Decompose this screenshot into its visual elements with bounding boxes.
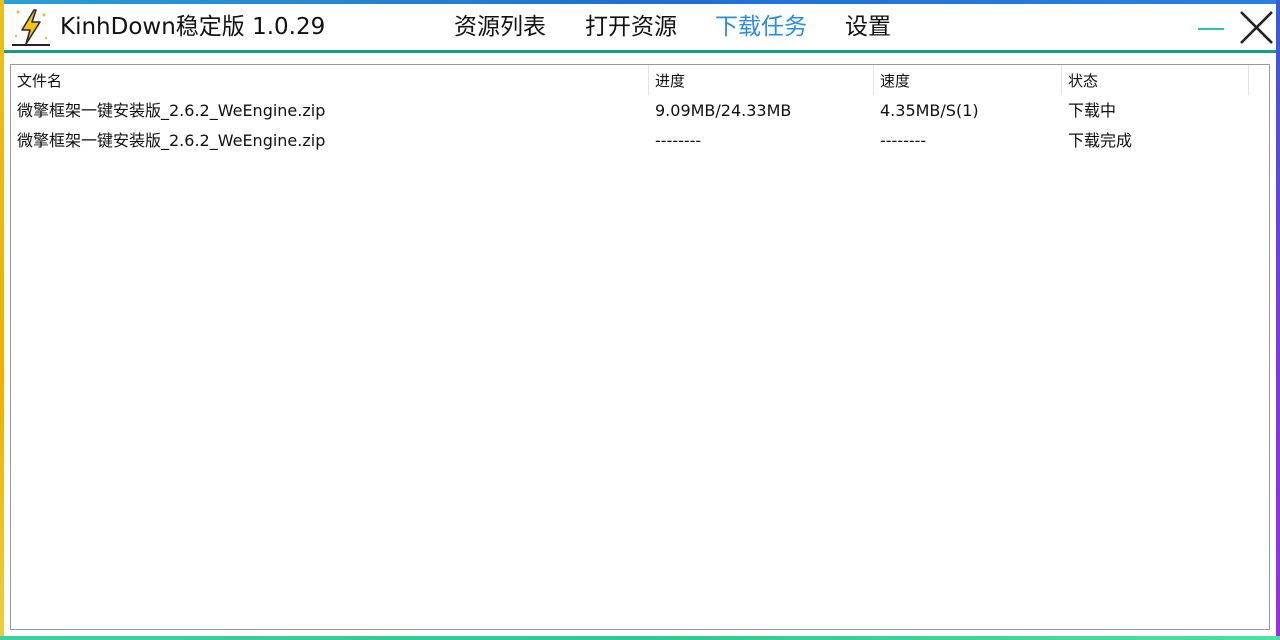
cell-progress: -------- (655, 131, 702, 150)
cell-filename: 微擎框架一键安装版_2.6.2_WeEngine.zip (17, 131, 326, 150)
title-bar-divider (4, 50, 1276, 53)
window-frame-left (0, 0, 4, 640)
window-frame-right (1276, 0, 1280, 640)
table-row[interactable]: 微擎框架一键安装版_2.6.2_WeEngine.zip 9.09MB/24.3… (11, 96, 1269, 126)
column-header-status[interactable]: 状态 (1062, 65, 1249, 95)
column-header-speed[interactable]: 速度 (874, 65, 1062, 95)
table-header: 文件名 进度 速度 状态 (11, 65, 1269, 95)
app-window: KinhDown稳定版 1.0.29 资源列表 打开资源 下载任务 设置 文件名… (0, 0, 1280, 640)
lightning-bolt-icon (10, 6, 52, 48)
cell-status: 下载完成 (1068, 131, 1133, 150)
table-row[interactable]: 微擎框架一键安装版_2.6.2_WeEngine.zip -------- --… (11, 126, 1269, 156)
column-header-filename[interactable]: 文件名 (11, 65, 649, 95)
download-task-list[interactable]: 文件名 进度 速度 状态 微擎框架一键安装版_2.6.2_WeEngine.zi… (10, 64, 1270, 630)
cell-speed: -------- (880, 131, 927, 150)
close-icon[interactable] (1236, 8, 1276, 46)
cell-status: 下载中 (1068, 101, 1117, 120)
cell-filename: 微擎框架一键安装版_2.6.2_WeEngine.zip (17, 101, 326, 120)
column-header-progress[interactable]: 进度 (649, 65, 874, 95)
app-title: KinhDown稳定版 1.0.29 (60, 14, 326, 40)
nav-open-resource[interactable]: 打开资源 (585, 12, 677, 42)
window-frame-bottom (0, 636, 1280, 640)
cell-speed: 4.35MB/S(1) (880, 101, 979, 120)
cell-progress: 9.09MB/24.33MB (655, 101, 792, 120)
nav-settings[interactable]: 设置 (845, 12, 891, 42)
nav-download-tasks[interactable]: 下载任务 (715, 12, 807, 42)
nav-resource-list[interactable]: 资源列表 (454, 12, 546, 42)
title-bar[interactable]: KinhDown稳定版 1.0.29 资源列表 打开资源 下载任务 设置 (4, 4, 1276, 50)
minimize-icon[interactable] (1190, 8, 1230, 46)
